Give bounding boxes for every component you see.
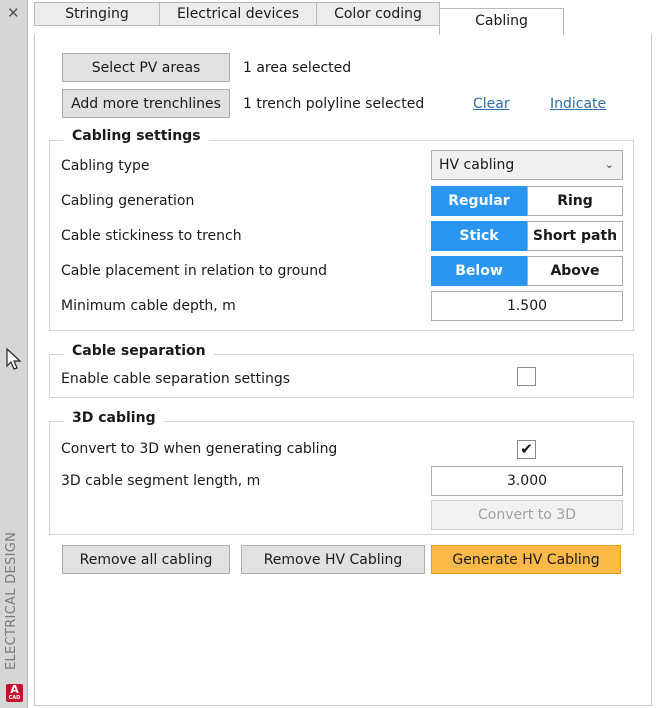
convert-to-3d-button[interactable]: Convert to 3D xyxy=(431,500,623,530)
placement-below-option[interactable]: Below xyxy=(431,256,527,286)
cabling-type-dropdown[interactable]: HV cabling ⌄ xyxy=(431,150,623,180)
cable-placement-label: Cable placement in relation to ground xyxy=(61,263,327,279)
pv-selection-status: 1 area selected xyxy=(243,60,352,76)
add-trenchlines-button[interactable]: Add more trenchlines xyxy=(62,89,230,118)
select-pv-areas-button[interactable]: Select PV areas xyxy=(62,53,230,82)
cable-stickiness-toggle: Stick Short path xyxy=(431,221,623,251)
enable-separation-checkbox[interactable] xyxy=(517,367,536,386)
tab-electrical-devices[interactable]: Electrical devices xyxy=(159,2,317,26)
cable-stickiness-label: Cable stickiness to trench xyxy=(61,228,242,244)
convert-3d-checkbox[interactable]: ✔ xyxy=(517,440,536,459)
app-logo-icon: A CAD xyxy=(6,684,23,702)
cabling-generation-label: Cabling generation xyxy=(61,193,195,209)
generate-hv-cabling-button[interactable]: Generate HV Cabling xyxy=(431,545,621,574)
mouse-cursor-icon xyxy=(6,348,22,370)
enable-separation-label: Enable cable separation settings xyxy=(61,371,291,387)
convert-3d-label: Convert to 3D when generating cabling xyxy=(61,441,338,457)
cabling-type-label: Cabling type xyxy=(61,158,150,174)
cabling-type-value: HV cabling xyxy=(439,157,515,173)
chevron-down-icon: ⌄ xyxy=(604,158,614,171)
remove-all-cabling-button[interactable]: Remove all cabling xyxy=(62,545,230,574)
close-icon[interactable]: ✕ xyxy=(7,5,20,21)
cable-separation-title: Cable separation xyxy=(64,343,214,359)
palette-title: ELECTRICAL DESIGN xyxy=(4,531,19,670)
cabling-settings-title: Cabling settings xyxy=(64,128,209,144)
stickiness-short-path-option[interactable]: Short path xyxy=(527,221,623,251)
cable-placement-toggle: Below Above xyxy=(431,256,623,286)
trench-selection-status: 1 trench polyline selected xyxy=(243,96,425,112)
clear-link[interactable]: Clear xyxy=(473,96,510,112)
cabling-generation-toggle: Regular Ring xyxy=(431,186,623,216)
cabling-3d-title: 3D cabling xyxy=(64,410,164,426)
tab-cabling[interactable]: Cabling xyxy=(439,8,564,35)
segment-length-label: 3D cable segment length, m xyxy=(61,473,261,489)
min-cable-depth-label: Minimum cable depth, m xyxy=(61,298,236,314)
stickiness-stick-option[interactable]: Stick xyxy=(431,221,527,251)
min-cable-depth-input[interactable]: 1.500 xyxy=(431,291,623,321)
generation-regular-option[interactable]: Regular xyxy=(431,186,527,216)
placement-above-option[interactable]: Above xyxy=(527,256,623,286)
generation-ring-option[interactable]: Ring xyxy=(527,186,623,216)
tab-color-coding[interactable]: Color coding xyxy=(316,2,440,26)
segment-length-input[interactable]: 3.000 xyxy=(431,466,623,496)
checkmark-icon: ✔ xyxy=(520,440,533,458)
remove-hv-cabling-button[interactable]: Remove HV Cabling xyxy=(241,545,425,574)
tab-stringing[interactable]: Stringing xyxy=(34,2,160,26)
indicate-link[interactable]: Indicate xyxy=(550,96,606,112)
